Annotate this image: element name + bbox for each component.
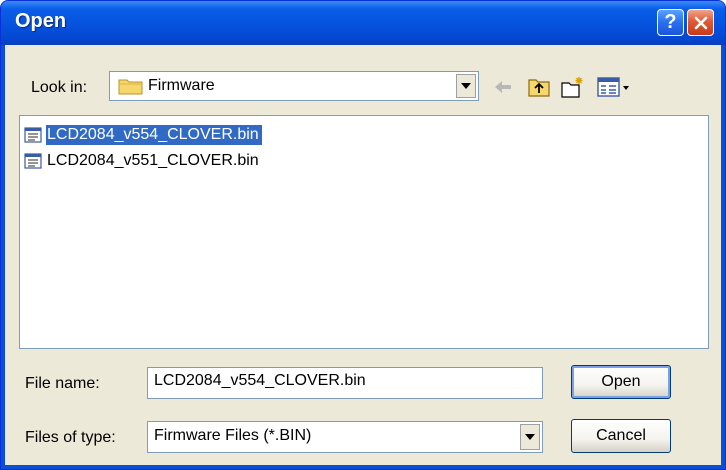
file-type-dropdown-button[interactable] xyxy=(520,424,540,450)
cancel-button[interactable]: Cancel xyxy=(571,419,671,453)
chevron-down-icon xyxy=(461,83,471,89)
title-bar[interactable]: Open ? xyxy=(1,1,725,45)
file-name-label: LCD2084_v554_CLOVER.bin xyxy=(46,125,262,145)
look-in-dropdown-button[interactable] xyxy=(456,74,476,98)
file-name-input[interactable]: LCD2084_v554_CLOVER.bin xyxy=(147,367,543,399)
open-dialog: Open ? Look in: Firmware LCD2084_v554_CL… xyxy=(0,0,726,470)
file-name-field-label: File name: xyxy=(25,375,100,392)
look-in-label: Look in: xyxy=(31,79,88,96)
up-one-level-icon[interactable] xyxy=(527,75,551,99)
file-type-value: Firmware Files (*.BIN) xyxy=(154,427,312,444)
help-button[interactable]: ? xyxy=(657,9,684,36)
chevron-down-icon xyxy=(525,434,535,440)
create-new-folder-icon[interactable] xyxy=(561,75,585,99)
look-in-value: Firmware xyxy=(148,77,215,94)
file-name-label: LCD2084_v551_CLOVER.bin xyxy=(47,152,259,169)
open-button[interactable]: Open xyxy=(571,365,671,399)
close-icon xyxy=(694,16,707,29)
binary-file-icon xyxy=(24,127,42,143)
dialog-title: Open xyxy=(15,10,67,32)
dialog-body: Look in: Firmware LCD2084_v554_CLOVER.bi… xyxy=(5,45,721,465)
close-button[interactable] xyxy=(687,9,714,36)
file-list[interactable]: LCD2084_v554_CLOVER.bin LCD2084_v551_CLO… xyxy=(19,115,709,349)
back-arrow-icon[interactable] xyxy=(491,75,515,99)
look-in-combobox[interactable]: Firmware xyxy=(109,71,479,101)
file-type-combobox[interactable]: Firmware Files (*.BIN) xyxy=(147,421,543,453)
file-list-item[interactable]: LCD2084_v551_CLOVER.bin xyxy=(24,150,262,172)
folder-icon xyxy=(118,79,143,95)
binary-file-icon xyxy=(24,153,42,169)
view-menu-icon[interactable] xyxy=(597,75,631,99)
question-mark-icon: ? xyxy=(664,11,677,33)
file-list-item[interactable]: LCD2084_v554_CLOVER.bin xyxy=(24,124,262,146)
file-type-field-label: Files of type: xyxy=(25,429,116,446)
